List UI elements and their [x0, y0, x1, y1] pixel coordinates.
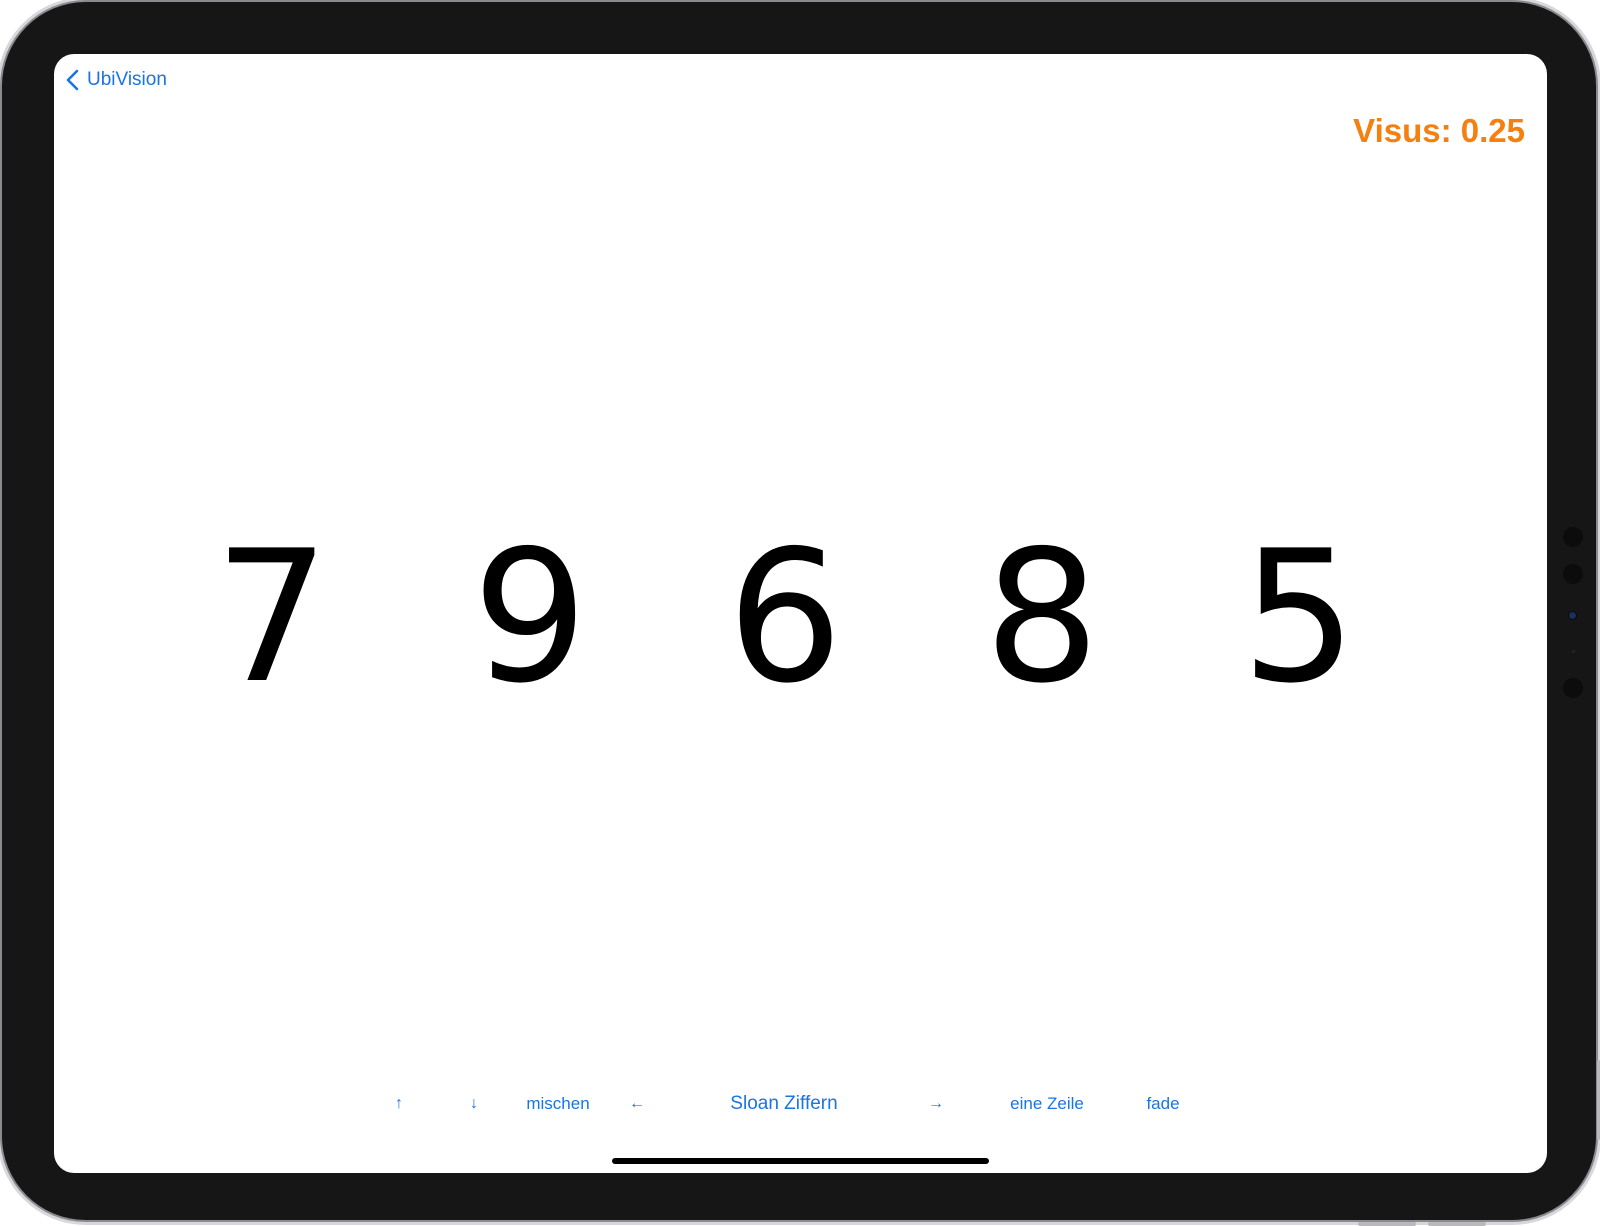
- volume-button: [1358, 1222, 1416, 1226]
- optotype-digit: 5: [1241, 511, 1357, 723]
- optotype-digit: 9: [472, 511, 588, 723]
- optotype-digit: 8: [984, 511, 1100, 723]
- ambient-light-sensor: [1572, 650, 1575, 653]
- front-camera: [1569, 612, 1576, 619]
- increase-size-button[interactable]: ↑: [395, 1087, 403, 1121]
- bottom-toolbar: ↑ ↓ mischen ← Sloan Ziffern → eine Zeile…: [54, 1087, 1547, 1121]
- chart-type-button[interactable]: Sloan Ziffern: [730, 1087, 837, 1121]
- decrease-size-button[interactable]: ↓: [470, 1087, 478, 1121]
- optotype-digit: 6: [727, 511, 843, 723]
- single-row-button[interactable]: eine Zeile: [1010, 1087, 1084, 1121]
- previous-button[interactable]: ←: [629, 1087, 645, 1121]
- shuffle-button[interactable]: mischen: [526, 1087, 589, 1121]
- home-indicator[interactable]: [612, 1158, 989, 1164]
- app-screen: UbiVision Visus: 0.25 7 9 6 8 5 ↑ ↓ misc…: [54, 54, 1547, 1173]
- camera-sensor: [1563, 527, 1583, 547]
- volume-button: [1428, 1222, 1486, 1226]
- optotype-row: 7 9 6 8 5: [54, 54, 1547, 1173]
- fade-button[interactable]: fade: [1146, 1087, 1179, 1121]
- camera-sensor: [1563, 678, 1583, 698]
- next-button[interactable]: →: [928, 1087, 944, 1121]
- optotype-digit: 7: [214, 511, 330, 723]
- ipad-frame: UbiVision Visus: 0.25 7 9 6 8 5 ↑ ↓ misc…: [2, 2, 1596, 1220]
- camera-sensor: [1563, 564, 1583, 584]
